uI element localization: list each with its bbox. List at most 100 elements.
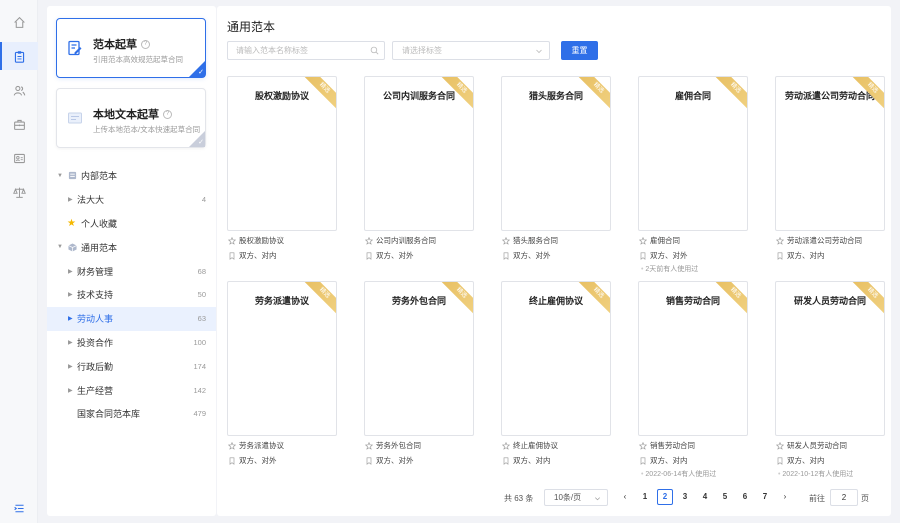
briefcase-icon[interactable] — [0, 110, 38, 138]
template-preview[interactable]: 雇佣合同 精选 — [638, 76, 748, 231]
template-card[interactable]: 公司内训服务合同 精选 公司内训服务合同 双方、对外 — [364, 76, 474, 262]
tree-item-3[interactable]: ▼ 通用范本 — [47, 235, 216, 259]
caret-right-icon[interactable]: ▶ — [68, 268, 73, 275]
tree-item-2[interactable]: ★ 个人收藏 — [47, 212, 216, 236]
page-number-7[interactable]: 7 — [757, 489, 773, 505]
clipboard-icon[interactable] — [0, 42, 38, 70]
tree-item-8[interactable]: ▶ 行政后勤 174 — [47, 354, 216, 378]
tree-item-10[interactable]: 国家合同范本库 479 — [47, 402, 216, 426]
home-icon[interactable] — [0, 8, 38, 36]
template-parties-row: 双方、对内 — [227, 250, 337, 262]
page-number-1[interactable]: 1 — [637, 489, 653, 505]
tree-item-6[interactable]: ▶ 劳动人事 63 — [47, 306, 216, 331]
tag-icon — [366, 252, 372, 260]
caret-right-icon[interactable]: ▶ — [68, 339, 73, 346]
tree-item-count: 142 — [193, 385, 206, 395]
template-name-row: 股权激励协议 — [227, 235, 337, 247]
template-draft-card[interactable]: 范本起草? 引用范本高效规范起草合同 ✓ — [56, 18, 206, 78]
template-card[interactable]: 研发人员劳动合同 精选研发人员劳动合同 双方、对内 • 2022-10-12有人使用过 — [775, 281, 885, 479]
tag-select[interactable]: 请选择标签 — [392, 41, 550, 60]
template-preview[interactable]: 猎头服务合同 精选 — [501, 76, 611, 231]
template-preview[interactable]: 股权激励协议 精选 — [227, 76, 337, 231]
goto-page-input[interactable]: 2 — [830, 489, 858, 506]
template-parties-row: 双方、对外 — [364, 455, 474, 467]
tree-item-count: 100 — [193, 337, 206, 347]
template-preview[interactable]: 研发人员劳动合同 精选 — [775, 281, 885, 436]
page-number-3[interactable]: 3 — [677, 489, 693, 505]
star-outline-icon[interactable] — [776, 237, 784, 245]
template-name-row: 雇佣合同 — [638, 235, 748, 247]
star-outline-icon[interactable] — [502, 237, 510, 245]
local-text-draft-card[interactable]: 本地文本起草? 上传本地范本/文本快速起草合同 ✓ — [56, 88, 206, 148]
star-outline-icon[interactable] — [228, 442, 236, 450]
help-icon[interactable]: ? — [163, 109, 172, 119]
search-input[interactable] — [228, 42, 363, 59]
users-icon[interactable] — [0, 76, 38, 104]
template-card[interactable]: 销售劳动合同 精选 销售劳动合同 双方、对内 • 2022-06-14有人使用过 — [638, 281, 748, 479]
star-outline-icon[interactable] — [639, 442, 647, 450]
template-preview[interactable]: 公司内训服务合同 精选 — [364, 76, 474, 231]
next-page-icon[interactable]: › — [777, 489, 793, 505]
total-count: 共 63 条 — [504, 494, 534, 503]
star-outline-icon[interactable] — [228, 237, 236, 245]
template-name: 研发人员劳动合同 — [787, 441, 847, 450]
template-card[interactable]: 雇佣合同 精选 雇佣合同 双方、对外 • 2天前有人使用过 — [638, 76, 748, 274]
template-parties: 双方、对内 — [787, 456, 825, 465]
template-card[interactable]: 劳动派遣公司劳动合同 精选 劳动派遣公司劳动合同 双方、对内 — [775, 76, 885, 262]
help-icon[interactable]: ? — [141, 39, 150, 49]
page-size-select[interactable]: 10条/页 — [544, 489, 608, 506]
template-card[interactable]: 终止雇佣协议 精选 终止雇佣协议 双方、对内 — [501, 281, 611, 467]
caret-right-icon[interactable]: ▶ — [68, 363, 73, 370]
star-outline-icon[interactable] — [776, 442, 784, 450]
template-name-row: 劳务派遣协议 — [227, 440, 337, 452]
caret-down-icon[interactable]: ▼ — [57, 173, 63, 179]
tree-item-9[interactable]: ▶ 生产经营 142 — [47, 378, 216, 402]
document-edit-icon — [68, 40, 82, 56]
search-icon[interactable] — [370, 46, 379, 55]
template-parties: 双方、对外 — [376, 251, 414, 260]
caret-right-icon[interactable]: ▶ — [68, 387, 73, 394]
template-preview[interactable]: 劳务派遣协议 精选 — [227, 281, 337, 436]
star-outline-icon[interactable] — [639, 237, 647, 245]
chevron-down-icon — [536, 49, 542, 54]
page-number-2[interactable]: 2 — [657, 489, 673, 505]
template-preview[interactable]: 终止雇佣协议 精选 — [501, 281, 611, 436]
collapse-menu-icon[interactable] — [0, 494, 38, 522]
caret-right-icon[interactable]: ▶ — [68, 196, 73, 203]
tree-item-label: 国家合同范本库 — [77, 409, 141, 420]
template-card[interactable]: 猎头服务合同 精选 猎头服务合同 双方、对外 — [501, 76, 611, 262]
template-preview[interactable]: 销售劳动合同 精选 — [638, 281, 748, 436]
caret-down-icon[interactable]: ▼ — [57, 244, 63, 250]
template-parties: 双方、对外 — [239, 456, 277, 465]
template-card[interactable]: 股权激励协议 精选股权激励协议 双方、对内 — [227, 76, 337, 262]
usage-note: • 2天前有人使用过 — [638, 264, 748, 274]
template-preview[interactable]: 劳动派遣公司劳动合同 精选 — [775, 76, 885, 231]
usage-note: • 2022-10-12有人使用过 — [775, 469, 885, 479]
reset-button[interactable]: 重置 — [561, 41, 598, 60]
tree-item-1[interactable]: ▶ 法大大 4 — [47, 188, 216, 212]
id-card-icon[interactable] — [0, 144, 38, 172]
page-title: 通用范本 — [227, 20, 276, 34]
folder-icon — [68, 171, 77, 180]
template-card[interactable]: 劳务外包合同 精选 劳务外包合同 双方、对外 — [364, 281, 474, 467]
template-name-row: 终止雇佣协议 — [501, 440, 611, 452]
tag-icon — [503, 252, 509, 260]
star-outline-icon[interactable] — [365, 237, 373, 245]
tree-item-label: 财务管理 — [77, 266, 114, 277]
star-outline-icon[interactable] — [365, 442, 373, 450]
template-card[interactable]: 劳务派遣协议 精选劳务派遣协议双方、对外 — [227, 281, 337, 467]
scale-icon[interactable] — [0, 178, 38, 206]
tree-item-4[interactable]: ▶ 财务管理 68 — [47, 259, 216, 283]
tree-item-0[interactable]: ▼ 内部范本 — [47, 164, 216, 188]
tree-item-5[interactable]: ▶ 技术支持 50 — [47, 283, 216, 307]
template-preview[interactable]: 劳务外包合同 精选 — [364, 281, 474, 436]
star-outline-icon[interactable] — [502, 442, 510, 450]
page-number-5[interactable]: 5 — [717, 489, 733, 505]
tree-item-7[interactable]: ▶ 投资合作 100 — [47, 331, 216, 355]
page-number-4[interactable]: 4 — [697, 489, 713, 505]
caret-right-icon[interactable]: ▶ — [68, 291, 73, 298]
page-number-6[interactable]: 6 — [737, 489, 753, 505]
caret-right-icon[interactable]: ▶ — [68, 315, 73, 322]
tag-icon — [366, 457, 372, 465]
prev-page-icon[interactable]: ‹ — [617, 489, 633, 505]
